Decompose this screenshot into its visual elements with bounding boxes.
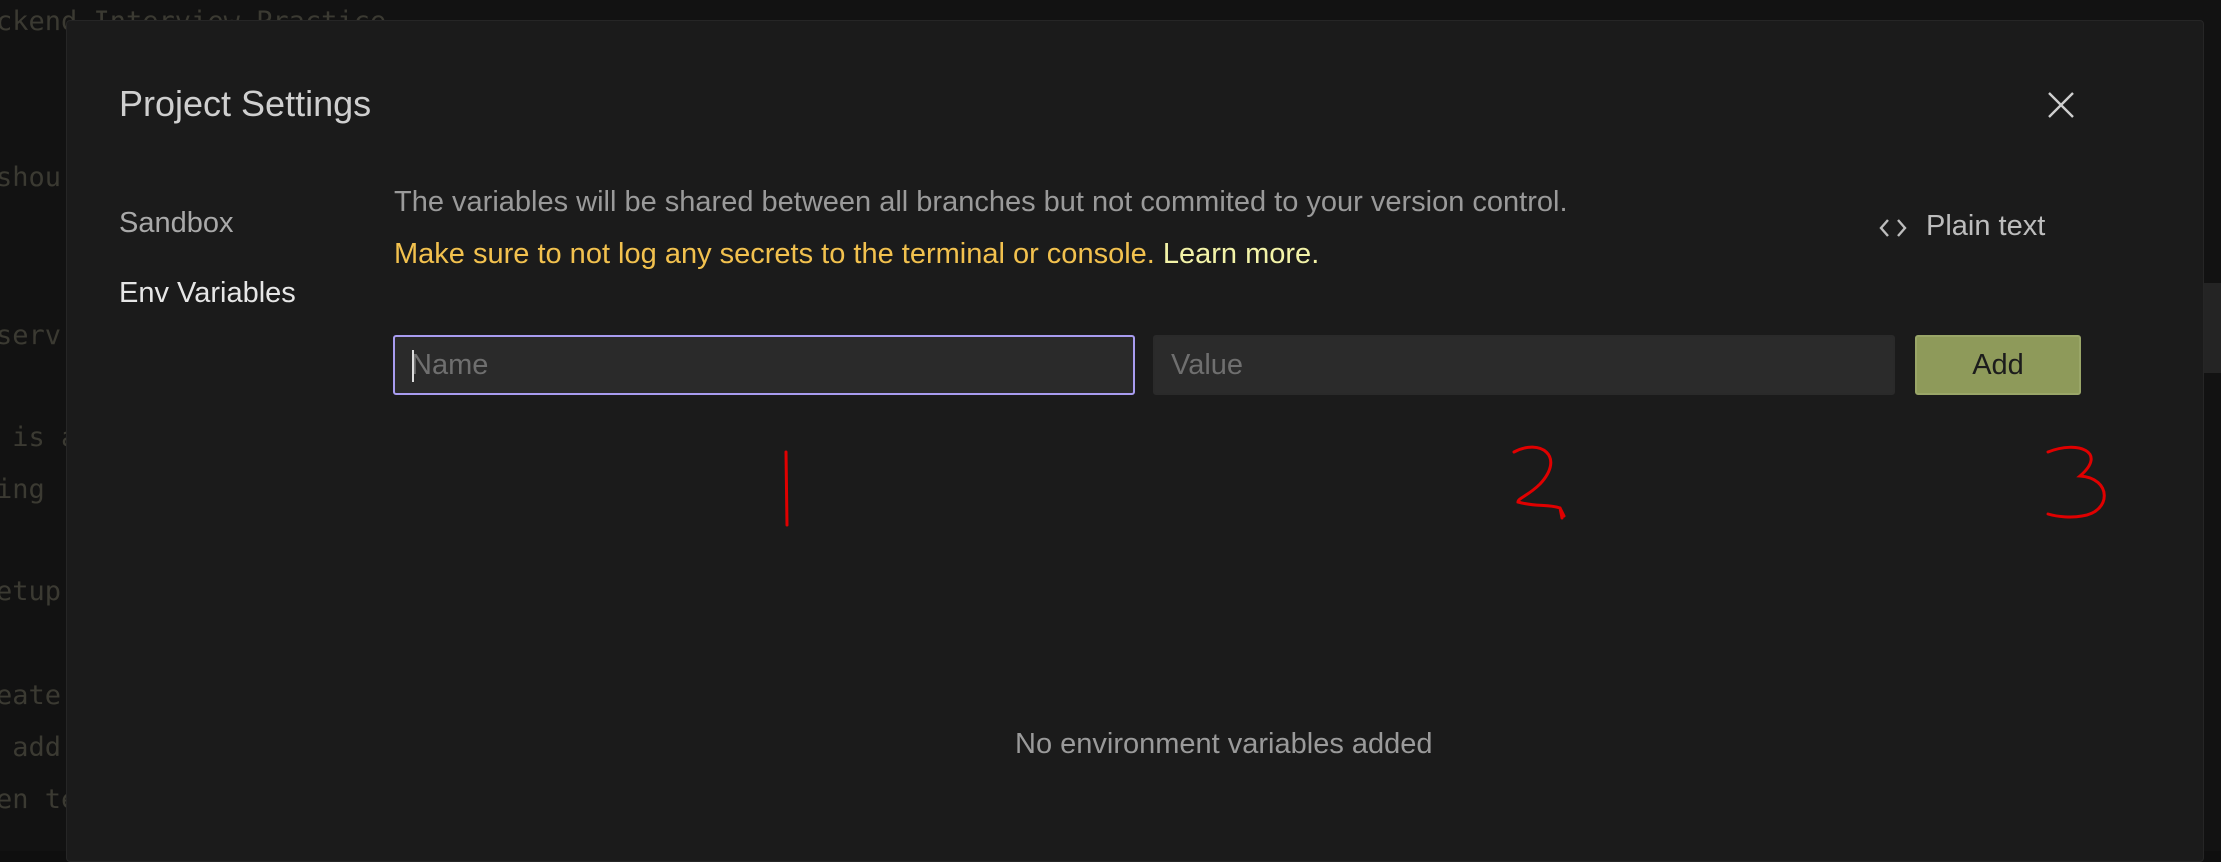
sidebar-item-sandbox[interactable]: Sandbox <box>119 207 234 240</box>
bg-code-line: shou <box>0 162 62 193</box>
plain-text-label: Plain text <box>1926 210 2046 242</box>
bg-code-line: etup <box>0 576 62 607</box>
text-caret <box>412 350 414 382</box>
plain-text-toggle[interactable]: Plain text <box>1878 210 2045 243</box>
sidebar-item-env-variables[interactable]: Env Variables <box>119 277 296 310</box>
secrets-warning-text: Make sure to not log any secrets to the … <box>394 238 1155 270</box>
add-button[interactable]: Add <box>1915 335 2081 395</box>
bg-code-line: ing <box>0 474 45 505</box>
code-brackets-icon <box>1878 215 1908 239</box>
learn-more-link[interactable]: Learn more. <box>1163 238 1319 270</box>
secrets-warning: Make sure to not log any secrets to the … <box>394 238 1319 271</box>
env-description: The variables will be shared between all… <box>394 186 1568 218</box>
empty-state-text: No environment variables added <box>1015 728 1433 760</box>
modal-title: Project Settings <box>119 83 372 124</box>
bg-code-line: add <box>0 732 62 763</box>
close-icon <box>2048 92 2074 118</box>
env-value-input[interactable] <box>1153 335 1895 395</box>
bg-code-line: serv <box>0 320 62 351</box>
close-button[interactable] <box>2043 87 2079 123</box>
env-name-input[interactable] <box>393 335 1135 395</box>
bg-code-line: eate <box>0 680 62 711</box>
